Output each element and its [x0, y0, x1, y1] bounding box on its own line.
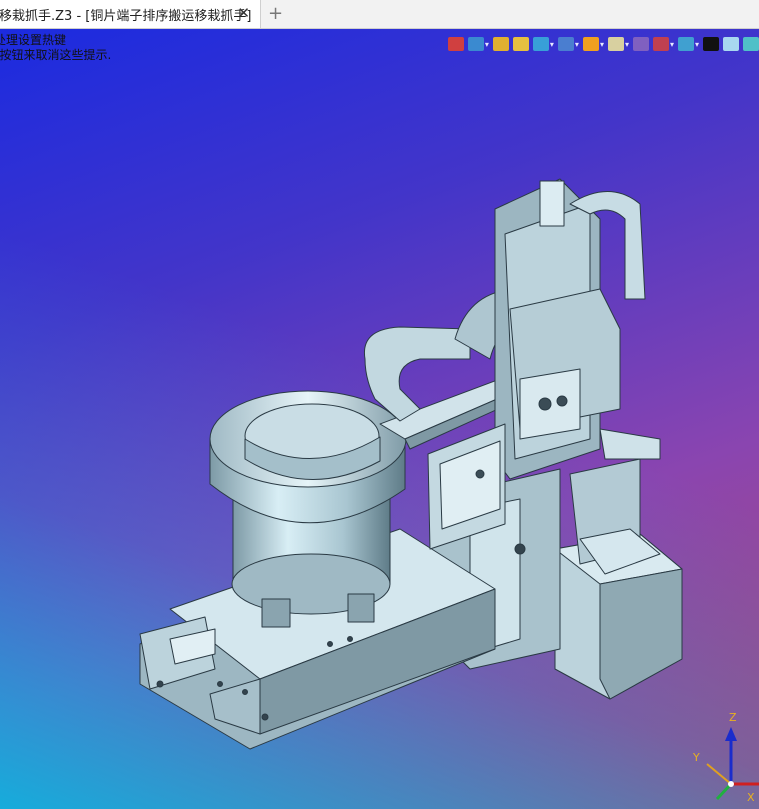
- monitor-view-icon: [677, 37, 694, 51]
- box-icon: [512, 37, 529, 51]
- chevron-down-icon[interactable]: ▾: [600, 40, 604, 49]
- hint-text: 处理设置热键 "按钮来取消这些提示.: [0, 33, 111, 63]
- pencil-icon: [492, 37, 509, 51]
- zoom-fit-icon: [607, 37, 624, 51]
- exit-sketch-icon: [447, 37, 464, 51]
- exit-sketch-button[interactable]: [447, 37, 464, 51]
- z-label: Z: [729, 711, 737, 724]
- add-tab-icon[interactable]: +: [268, 3, 283, 24]
- measure-icon: [652, 37, 669, 51]
- chevron-down-icon[interactable]: ▾: [575, 40, 579, 49]
- hint-line-2: "按钮来取消这些提示.: [0, 48, 112, 62]
- y-axis-green: [715, 782, 733, 801]
- measure-button[interactable]: ▾: [652, 37, 674, 51]
- view-display-icon: [467, 37, 484, 51]
- render-mode-icon: [557, 37, 574, 51]
- background-color-icon: [703, 37, 719, 51]
- render-mode-button[interactable]: ▾: [557, 37, 579, 51]
- palette-icon: [723, 37, 739, 51]
- shaded-box-icon: [532, 37, 549, 51]
- y-axis: [706, 763, 732, 785]
- monitor-view-button[interactable]: ▾: [677, 37, 699, 51]
- shaded-box-button[interactable]: ▾: [532, 37, 554, 51]
- axis-triad: Z Y X: [692, 711, 759, 804]
- z-axis-arrow: [725, 727, 737, 741]
- document-tab-title: 运移栽抓手.Z3 - [铜片端子排序搬运移栽抓手]: [0, 8, 252, 24]
- x-label: X: [747, 791, 755, 804]
- layer-icon: [743, 37, 759, 51]
- zoom-fit-button[interactable]: ▾: [607, 37, 629, 51]
- close-icon[interactable]: ✕: [237, 4, 250, 22]
- box-button[interactable]: [512, 37, 529, 51]
- view-manager-button[interactable]: [632, 37, 649, 51]
- y-label: Y: [692, 751, 700, 764]
- chevron-down-icon[interactable]: ▾: [670, 40, 674, 49]
- view-toolbar: ▾ ▾ ▾ ▾ ▾ ▾ ▾: [447, 33, 759, 55]
- section-wheel-button[interactable]: ▾: [582, 37, 604, 51]
- document-tabbar: 运移栽抓手.Z3 - [铜片端子排序搬运移栽抓手] ✕ +: [0, 0, 759, 29]
- chevron-down-icon[interactable]: ▾: [485, 40, 489, 49]
- chevron-down-icon[interactable]: ▾: [550, 40, 554, 49]
- layer-button[interactable]: [743, 37, 759, 51]
- view-manager-icon: [632, 37, 649, 51]
- section-wheel-icon: [582, 37, 599, 51]
- view-display-button[interactable]: ▾: [467, 37, 489, 51]
- palette-button[interactable]: [723, 37, 739, 51]
- triad-origin: [728, 781, 734, 787]
- pencil-button[interactable]: [492, 37, 509, 51]
- background-color-button[interactable]: [703, 37, 719, 51]
- document-tab[interactable]: 运移栽抓手.Z3 - [铜片端子排序搬运移栽抓手] ✕: [0, 0, 261, 28]
- chevron-down-icon[interactable]: ▾: [625, 40, 629, 49]
- chevron-down-icon[interactable]: ▾: [695, 40, 699, 49]
- 3d-viewport[interactable]: 处理设置热键 "按钮来取消这些提示. ▾ ▾ ▾ ▾ ▾ ▾ ▾ Z Y X: [0, 29, 759, 809]
- hint-line-1: 处理设置热键: [0, 33, 67, 47]
- cad-model[interactable]: [0, 29, 759, 809]
